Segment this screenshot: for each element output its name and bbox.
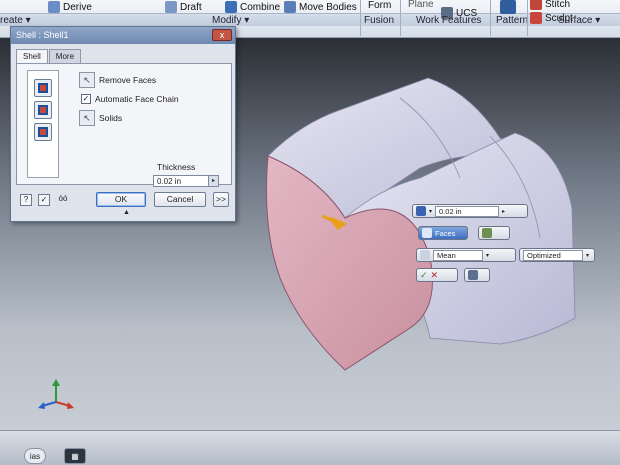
view-triad-icon[interactable] [38, 379, 74, 409]
status-bar: ias ▦ [0, 430, 620, 465]
edit-form-label: Form [368, 0, 392, 11]
close-button[interactable]: x [212, 29, 232, 41]
tab-shell[interactable]: Shell [16, 49, 48, 64]
help-button[interactable]: ? [20, 194, 32, 206]
move-bodies-button[interactable]: Move Bodies [284, 0, 357, 14]
dropdown-icon[interactable]: ▾ [429, 208, 432, 215]
inside-icon [38, 83, 48, 93]
faces-label: Faces [435, 228, 456, 238]
draft-label: Draft [180, 1, 202, 13]
apply-cancel-group: ✓ ✕ [416, 268, 458, 282]
more-options-button[interactable]: >> [213, 192, 229, 207]
direction-selector [27, 70, 59, 178]
outside-icon [38, 105, 48, 115]
optimized-value[interactable]: Optimized [523, 249, 583, 261]
expand-arrow-icon[interactable]: ▸ [502, 208, 505, 215]
work-features-panel-label: Work Features [416, 15, 482, 26]
shell-dialog: Shell : Shell1 x Shell More ↖ Remove Fac… [10, 26, 236, 222]
automatic-face-chain-row[interactable]: ✓ Automatic Face Chain [81, 94, 179, 104]
tab-more[interactable]: More [48, 49, 82, 63]
automatic-face-chain-checkbox[interactable]: ✓ [81, 94, 91, 104]
mean-value[interactable]: Mean [433, 249, 483, 261]
app-taskbar-icon[interactable]: ▦ [64, 448, 86, 464]
move-bodies-icon [284, 1, 296, 13]
chevron-down-icon[interactable]: ▾ [586, 252, 589, 259]
expand-arrow-icon[interactable]: ▸ [208, 176, 218, 186]
cancel-button[interactable]: Cancel [154, 192, 206, 207]
thickness-input[interactable]: 0.02 in ▸ [153, 175, 219, 187]
solids-icon [482, 228, 492, 238]
direction-inside-button[interactable] [34, 79, 52, 97]
thickness-label: Thickness [157, 162, 196, 172]
optimized-select[interactable]: Optimized ▾ [519, 248, 595, 262]
plane-button[interactable]: Plane [408, 0, 434, 11]
ribbon-separator [360, 0, 361, 36]
taskbar-button[interactable]: ias [24, 448, 46, 464]
derive-icon [48, 1, 60, 13]
edit-form-button[interactable]: Form [368, 0, 391, 12]
faces-icon [422, 228, 432, 238]
fusion-panel-label: Fusion [364, 15, 395, 26]
ribbon-separator [400, 0, 401, 36]
create-panel-label[interactable]: reate ▾ [0, 15, 31, 26]
move-bodies-label: Move Bodies [299, 1, 357, 13]
dialog-title: Shell : Shell1 [16, 30, 69, 40]
draft-button[interactable]: Draft [165, 0, 202, 14]
solids-label: Solids [99, 113, 123, 123]
faces-button[interactable]: Faces [418, 226, 468, 240]
ribbon-separator [490, 0, 491, 36]
cancel-mini-button[interactable]: ✕ [431, 270, 439, 281]
pattern-panel-label: Pattern [496, 15, 529, 26]
thickness-value: 0.02 in [157, 177, 182, 186]
automatic-face-chain-label: Automatic Face Chain [95, 94, 179, 104]
combine-button[interactable]: Combine [225, 0, 280, 14]
preview-checkbox[interactable]: ✓ [38, 194, 50, 206]
derive-button[interactable]: Derive [48, 0, 92, 14]
apply-button[interactable]: ✓ [420, 270, 428, 281]
cursor-arrow-icon[interactable]: ↖ [79, 72, 95, 88]
chevron-down-icon[interactable]: ▾ [486, 252, 489, 259]
dialog-collapse-icon[interactable]: ▲ [123, 209, 130, 216]
solids-button[interactable] [478, 226, 510, 240]
dialog-tabs: Shell More [16, 49, 82, 64]
solids-cursor-icon[interactable]: ↖ [79, 110, 95, 126]
mini-toolbar-thickness[interactable]: ▾ 0.02 in ▸ [412, 204, 528, 218]
modify-panel-label[interactable]: Modify ▾ [212, 15, 249, 26]
pattern-icon [500, 0, 516, 14]
mini-thickness-input[interactable]: 0.02 in [435, 205, 500, 217]
direction-both-button[interactable] [34, 123, 52, 141]
both-sides-icon [38, 127, 48, 137]
mini-options-button[interactable] [464, 268, 490, 282]
direction-outside-button[interactable] [34, 101, 52, 119]
combine-icon [225, 1, 237, 13]
stitch-label: Stitch [545, 0, 571, 10]
draft-icon [165, 1, 177, 13]
ribbon-separator [527, 0, 528, 36]
dialog-footer: ? ✓ óó OK Cancel >> ▲ [16, 189, 232, 216]
pattern-icon-button[interactable] [500, 0, 516, 14]
surface-panel-label[interactable]: Surface ▾ [558, 15, 600, 26]
sculpt-icon [530, 12, 542, 24]
shell-icon [416, 206, 426, 216]
options-icon [468, 270, 478, 280]
mean-select[interactable]: Mean ▾ [416, 248, 516, 262]
stitch-icon [530, 0, 542, 10]
ok-button[interactable]: OK [96, 192, 146, 207]
remove-faces-label: Remove Faces [99, 75, 157, 85]
mean-icon [420, 250, 430, 260]
stitch-button[interactable]: Stitch [530, 0, 570, 11]
solids-row[interactable]: ↖ Solids [79, 110, 122, 126]
derive-label: Derive [63, 1, 92, 13]
combine-label: Combine [240, 1, 281, 13]
dialog-title-bar[interactable]: Shell : Shell1 x [11, 27, 235, 44]
remove-faces-row[interactable]: ↖ Remove Faces [79, 72, 156, 88]
glasses-icon: óó [58, 194, 68, 203]
shell-tab-panel: ↖ Remove Faces ✓ Automatic Face Chain ↖ … [16, 63, 232, 187]
plane-label: Plane [408, 0, 434, 10]
